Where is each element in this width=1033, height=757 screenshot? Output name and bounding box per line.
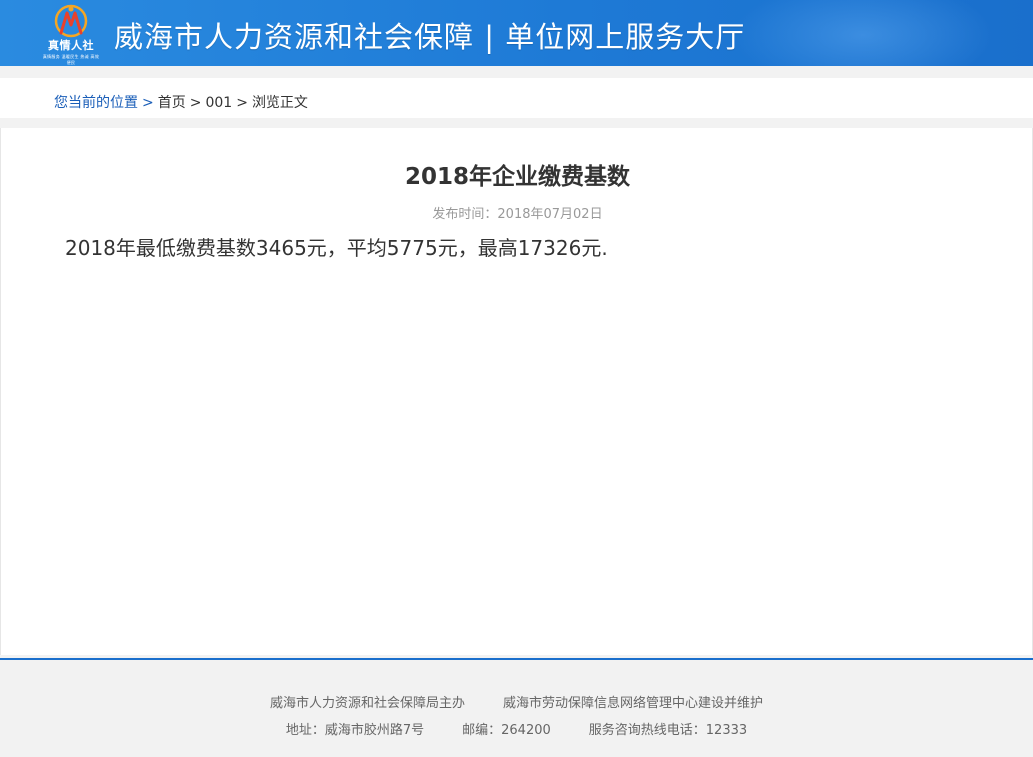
breadcrumb-home-link[interactable]: 首页 (158, 95, 186, 111)
breadcrumb-bar: 您当前的位置 > 首页 >001 > 浏览正文 (0, 78, 1033, 118)
site-logo[interactable]: 真情人社 真情服务 温暖民生 热诚 高效 便民 (42, 3, 100, 65)
breadcrumb-category-link[interactable]: 001 (205, 95, 232, 111)
breadcrumb-separator: > (189, 95, 202, 111)
site-header: 真情人社 真情服务 温暖民生 热诚 高效 便民 威海市人力资源和社会保障 | 单… (0, 0, 1033, 66)
footer-hotline: 服务咨询热线电话：12333 (588, 723, 748, 738)
logo-text: 真情人社 (48, 39, 94, 52)
logo-emblem-icon (54, 4, 88, 38)
header-glow (733, 0, 993, 66)
footer-credits: 威海市人力资源和社会保障局主办 威海市劳动保障信息网络管理中心建设并维护 (0, 692, 1033, 711)
site-footer: 威海市人力资源和社会保障局主办 威海市劳动保障信息网络管理中心建设并维护 地址：威… (0, 658, 1033, 757)
breadcrumb-current: 浏览正文 (251, 95, 308, 111)
breadcrumb-separator: > (142, 95, 154, 111)
site-title: 威海市人力资源和社会保障 | 单位网上服务大厅 (114, 20, 746, 54)
publish-time: 发布时间：2018年07月02日 (432, 207, 603, 222)
footer-sponsor: 威海市人力资源和社会保障局主办 (269, 696, 465, 711)
article-container: 2018年企业缴费基数 发布时间：2018年07月02日 2018年最低缴费基数… (0, 128, 1033, 655)
footer-maintainer: 威海市劳动保障信息网络管理中心建设并维护 (503, 696, 764, 711)
article-body: 2018年最低缴费基数3465元，平均5775元，最高17326元. (65, 236, 608, 260)
footer-address: 地址：威海市胶州路7号 (285, 723, 425, 738)
article-title: 2018年企业缴费基数 (404, 164, 630, 190)
breadcrumb-separator: > (236, 95, 248, 111)
logo-subtext: 真情服务 温暖民生 热诚 高效 便民 (42, 54, 100, 65)
footer-contact: 地址：威海市胶州路7号 邮编：264200 服务咨询热线电话：12333 (0, 719, 1033, 738)
breadcrumb: 您当前的位置 > 首页 >001 > 浏览正文 (54, 92, 308, 112)
breadcrumb-label: 您当前的位置 (54, 95, 138, 111)
footer-postcode: 邮编：264200 (462, 723, 551, 738)
